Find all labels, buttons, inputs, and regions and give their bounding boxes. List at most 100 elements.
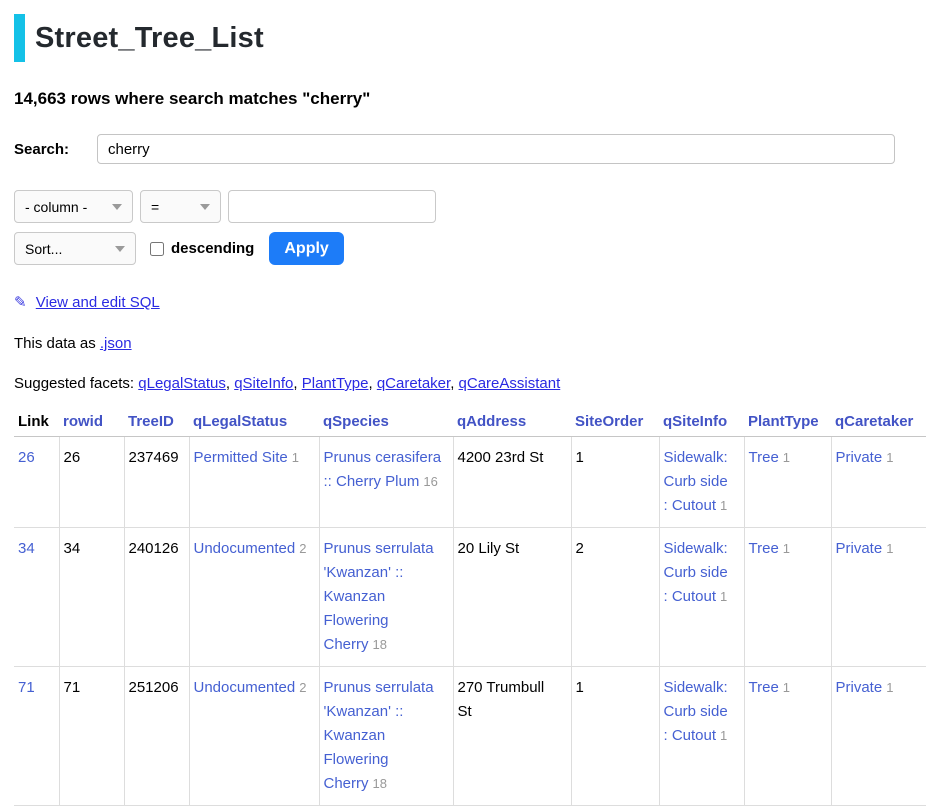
- column-header-treeid-link[interactable]: TreeID: [128, 413, 174, 430]
- facet-count: 1: [783, 680, 790, 695]
- sql-link-row: ✎ View and edit SQL: [14, 293, 926, 311]
- qcaretaker-cell: Private1: [831, 437, 926, 528]
- qsiteinfo-cell: Sidewalk: Curb side : Cutout1: [659, 528, 744, 667]
- facet-count: 16: [423, 474, 437, 489]
- column-header-siteorder-link[interactable]: SiteOrder: [575, 413, 643, 430]
- facet-count: 1: [886, 680, 893, 695]
- facet-count: 1: [886, 450, 893, 465]
- data-as-label: This data as: [14, 335, 96, 352]
- facet-separator: ,: [226, 375, 234, 392]
- column-header-qsiteinfo: qSiteInfo: [659, 411, 744, 437]
- qsiteinfo-value-link[interactable]: Sidewalk: Curb side : Cutout: [664, 679, 728, 744]
- column-header-qaddress: qAddress: [453, 411, 571, 437]
- siteorder-cell: 1: [571, 667, 659, 806]
- apply-button[interactable]: Apply: [269, 232, 343, 265]
- facet-link-planttype[interactable]: PlantType: [302, 375, 369, 392]
- treeid-cell: 251206: [124, 667, 189, 806]
- column-header-qlegalstatus: qLegalStatus: [189, 411, 319, 437]
- table-header-row: Link rowid TreeID qLegalStatus qSpecies …: [14, 411, 926, 437]
- planttype-value-link[interactable]: Tree: [749, 540, 779, 557]
- facet-separator: ,: [293, 375, 301, 392]
- treeid-cell: 237469: [124, 437, 189, 528]
- operator-select[interactable]: =: [140, 190, 221, 223]
- facet-count: 2: [299, 541, 306, 556]
- operator-select-value: =: [151, 199, 159, 215]
- sort-select[interactable]: Sort...: [14, 232, 136, 265]
- qlegalstatus-value-link[interactable]: Undocumented: [194, 679, 296, 696]
- qsiteinfo-cell: Sidewalk: Curb side : Cutout1: [659, 667, 744, 806]
- column-header-link: Link: [14, 411, 59, 437]
- search-row: Search:: [14, 134, 926, 164]
- facet-link-qcaretaker[interactable]: qCaretaker: [377, 375, 450, 392]
- facet-count: 1: [720, 498, 727, 513]
- qsiteinfo-value-link[interactable]: Sidewalk: Curb side : Cutout: [664, 540, 728, 605]
- qspecies-cell: Prunus serrulata 'Kwanzan' :: Kwanzan Fl…: [319, 667, 453, 806]
- qlegalstatus-cell: Undocumented2: [189, 667, 319, 806]
- row-link[interactable]: 71: [18, 679, 35, 696]
- filter-value-input[interactable]: [228, 190, 436, 223]
- column-header-qcaretaker-link[interactable]: qCaretaker: [835, 413, 913, 430]
- qcaretaker-value-link[interactable]: Private: [836, 540, 883, 557]
- filter-row: - column - =: [14, 190, 926, 223]
- column-header-qaddress-link[interactable]: qAddress: [457, 413, 526, 430]
- facet-count: 1: [886, 541, 893, 556]
- planttype-value-link[interactable]: Tree: [749, 449, 779, 466]
- sort-row: Sort... descending Apply: [14, 232, 926, 265]
- qcaretaker-value-link[interactable]: Private: [836, 679, 883, 696]
- planttype-cell: Tree 1: [744, 528, 831, 667]
- column-header-rowid-link[interactable]: rowid: [63, 413, 103, 430]
- table-row: 26 26 237469 Permitted Site1 Prunus cera…: [14, 437, 926, 528]
- column-header-qlegalstatus-link[interactable]: qLegalStatus: [193, 413, 287, 430]
- row-link[interactable]: 26: [18, 449, 35, 466]
- facet-count: 1: [783, 450, 790, 465]
- table-row: 34 34 240126 Undocumented2 Prunus serrul…: [14, 528, 926, 667]
- facet-count: 1: [720, 589, 727, 604]
- qlegalstatus-cell: Permitted Site 1: [189, 437, 319, 528]
- column-header-qcaretaker: qCaretaker: [831, 411, 926, 437]
- chevron-down-icon: [115, 246, 125, 252]
- facet-separator: ,: [450, 375, 458, 392]
- qlegalstatus-value-link[interactable]: Permitted Site: [194, 449, 288, 466]
- siteorder-cell: 1: [571, 437, 659, 528]
- qaddress-cell: 20 Lily St: [453, 528, 571, 667]
- rowid-cell: 26: [59, 437, 124, 528]
- column-header-rowid: rowid: [59, 411, 124, 437]
- facet-link-qcareassistant[interactable]: qCareAssistant: [459, 375, 561, 392]
- column-header-siteorder: SiteOrder: [571, 411, 659, 437]
- qcaretaker-cell: Private1: [831, 667, 926, 806]
- view-edit-sql-link[interactable]: View and edit SQL: [36, 294, 160, 311]
- column-header-qsiteinfo-link[interactable]: qSiteInfo: [663, 413, 727, 430]
- row-count-summary: 14,663 rows where search matches "cherry…: [14, 89, 926, 109]
- search-input[interactable]: [97, 134, 895, 164]
- column-header-qspecies-link[interactable]: qSpecies: [323, 413, 389, 430]
- page-title: Street_Tree_List: [14, 14, 926, 62]
- planttype-cell: Tree 1: [744, 437, 831, 528]
- qlegalstatus-value-link[interactable]: Undocumented: [194, 540, 296, 557]
- facet-count: 1: [783, 541, 790, 556]
- chevron-down-icon: [200, 204, 210, 210]
- sort-select-value: Sort...: [25, 241, 62, 257]
- descending-checkbox[interactable]: [150, 242, 164, 256]
- qcaretaker-value-link[interactable]: Private: [836, 449, 883, 466]
- facet-count: 18: [373, 776, 387, 791]
- column-select[interactable]: - column -: [14, 190, 133, 223]
- table-row: 71 71 251206 Undocumented2 Prunus serrul…: [14, 667, 926, 806]
- column-header-planttype: PlantType: [744, 411, 831, 437]
- facet-count: 1: [720, 728, 727, 743]
- qcaretaker-cell: Private1: [831, 528, 926, 667]
- json-link[interactable]: .json: [100, 335, 132, 352]
- facet-link-qlegalstatus[interactable]: qLegalStatus: [138, 375, 226, 392]
- facet-count: 1: [292, 450, 299, 465]
- facet-link-qsiteinfo[interactable]: qSiteInfo: [234, 375, 293, 392]
- facet-count: 18: [373, 637, 387, 652]
- pencil-icon: ✎: [14, 294, 27, 311]
- rowid-cell: 71: [59, 667, 124, 806]
- siteorder-cell: 2: [571, 528, 659, 667]
- column-header-planttype-link[interactable]: PlantType: [748, 413, 819, 430]
- row-link[interactable]: 34: [18, 540, 35, 557]
- rowid-cell: 34: [59, 528, 124, 667]
- descending-label: descending: [171, 240, 254, 257]
- planttype-value-link[interactable]: Tree: [749, 679, 779, 696]
- qaddress-cell: 270 Trumbull St: [453, 667, 571, 806]
- qsiteinfo-value-link[interactable]: Sidewalk: Curb side : Cutout: [664, 449, 728, 514]
